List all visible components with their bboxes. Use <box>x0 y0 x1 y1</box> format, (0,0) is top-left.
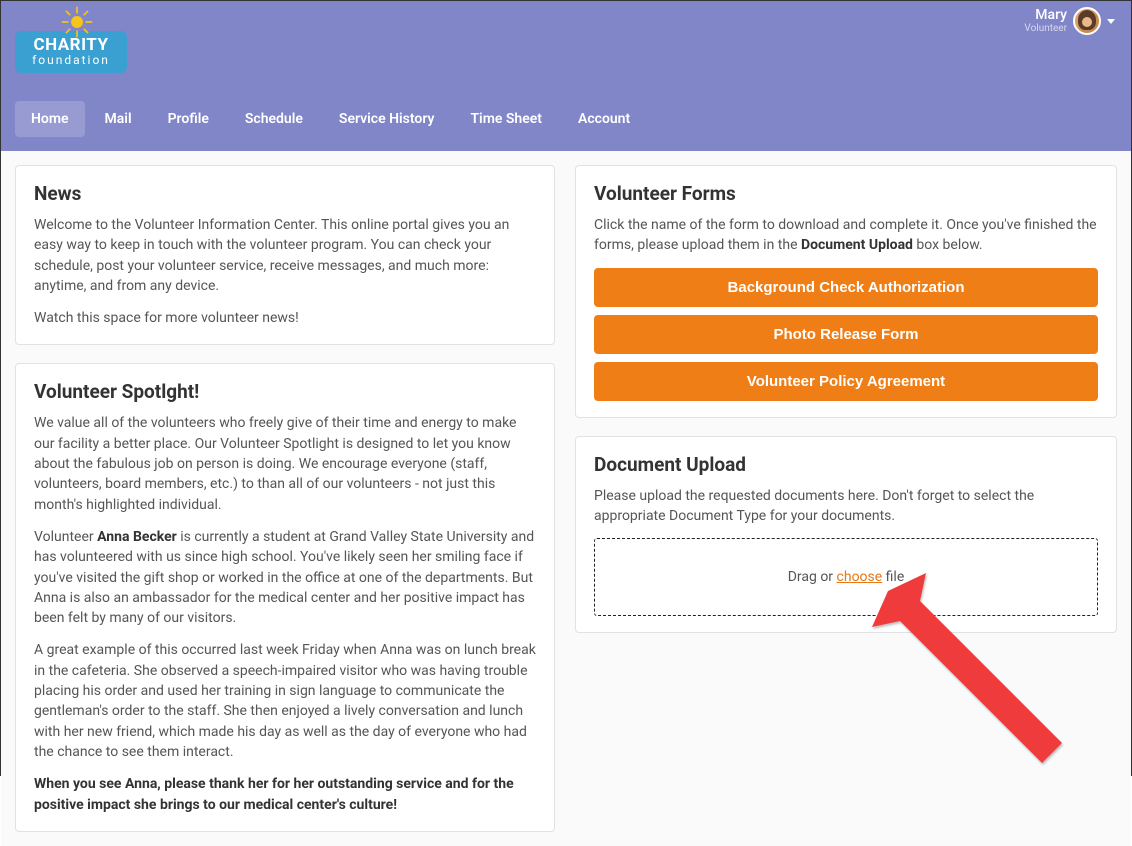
sun-icon <box>60 5 94 39</box>
nav-home[interactable]: Home <box>15 101 85 137</box>
spotlight-card: Volunteer Spotlght! We value all of the … <box>15 363 555 831</box>
dropzone[interactable]: Drag or choose file <box>594 538 1098 616</box>
left-column: News Welcome to the Volunteer Informatio… <box>15 165 555 832</box>
nav-mail[interactable]: Mail <box>89 101 148 137</box>
user-menu[interactable]: Mary Volunteer <box>1024 7 1115 35</box>
spotlight-p3: A great example of this occurred last we… <box>34 640 536 762</box>
spotlight-p2a: Volunteer <box>34 529 97 545</box>
nav-schedule[interactable]: Schedule <box>229 101 319 137</box>
form-policy-agreement[interactable]: Volunteer Policy Agreement <box>594 362 1098 401</box>
logo[interactable]: CHARITY foundation <box>15 9 127 51</box>
upload-intro: Please upload the requested documents he… <box>594 486 1098 527</box>
chevron-down-icon <box>1107 19 1115 24</box>
content: News Welcome to the Volunteer Informatio… <box>1 151 1131 846</box>
forms-intro-b: box below. <box>913 237 983 253</box>
news-title: News <box>34 182 536 205</box>
spotlight-p4: When you see Anna, please thank her for … <box>34 774 536 815</box>
user-role: Volunteer <box>1024 23 1067 34</box>
form-background-check[interactable]: Background Check Authorization <box>594 268 1098 307</box>
header: CHARITY foundation Mary Volunteer Home M… <box>1 1 1131 151</box>
spotlight-title: Volunteer Spotlght! <box>34 380 536 403</box>
nav-time-sheet[interactable]: Time Sheet <box>454 101 558 137</box>
choose-file-link[interactable]: choose <box>837 569 883 585</box>
brand-line2: foundation <box>27 54 115 67</box>
main-nav: Home Mail Profile Schedule Service Histo… <box>15 101 646 137</box>
user-name: Mary <box>1024 8 1067 23</box>
upload-card: Document Upload Please upload the reques… <box>575 436 1117 634</box>
forms-intro: Click the name of the form to download a… <box>594 215 1098 256</box>
nav-service-history[interactable]: Service History <box>323 101 451 137</box>
spotlight-p4-strong: When you see Anna, please thank her for … <box>34 776 514 812</box>
drop-text-b: file <box>882 569 904 585</box>
spotlight-p2: Volunteer Anna Becker is currently a stu… <box>34 527 536 628</box>
nav-account[interactable]: Account <box>562 101 646 137</box>
avatar <box>1073 7 1101 35</box>
spotlight-p1: We value all of the volunteers who freel… <box>34 413 536 514</box>
upload-title: Document Upload <box>594 453 1098 476</box>
forms-card: Volunteer Forms Click the name of the fo… <box>575 165 1117 418</box>
forms-title: Volunteer Forms <box>594 182 1098 205</box>
nav-profile[interactable]: Profile <box>152 101 225 137</box>
form-photo-release[interactable]: Photo Release Form <box>594 315 1098 354</box>
news-p1: Welcome to the Volunteer Information Cen… <box>34 215 536 296</box>
spotlight-name: Anna Becker <box>97 529 177 545</box>
news-p2: Watch this space for more volunteer news… <box>34 308 536 328</box>
right-column: Volunteer Forms Click the name of the fo… <box>575 165 1117 832</box>
drop-text-a: Drag or <box>788 569 837 585</box>
user-text: Mary Volunteer <box>1024 8 1067 34</box>
brand-line1: CHARITY <box>27 37 115 54</box>
news-card: News Welcome to the Volunteer Informatio… <box>15 165 555 345</box>
forms-intro-strong: Document Upload <box>801 237 913 253</box>
